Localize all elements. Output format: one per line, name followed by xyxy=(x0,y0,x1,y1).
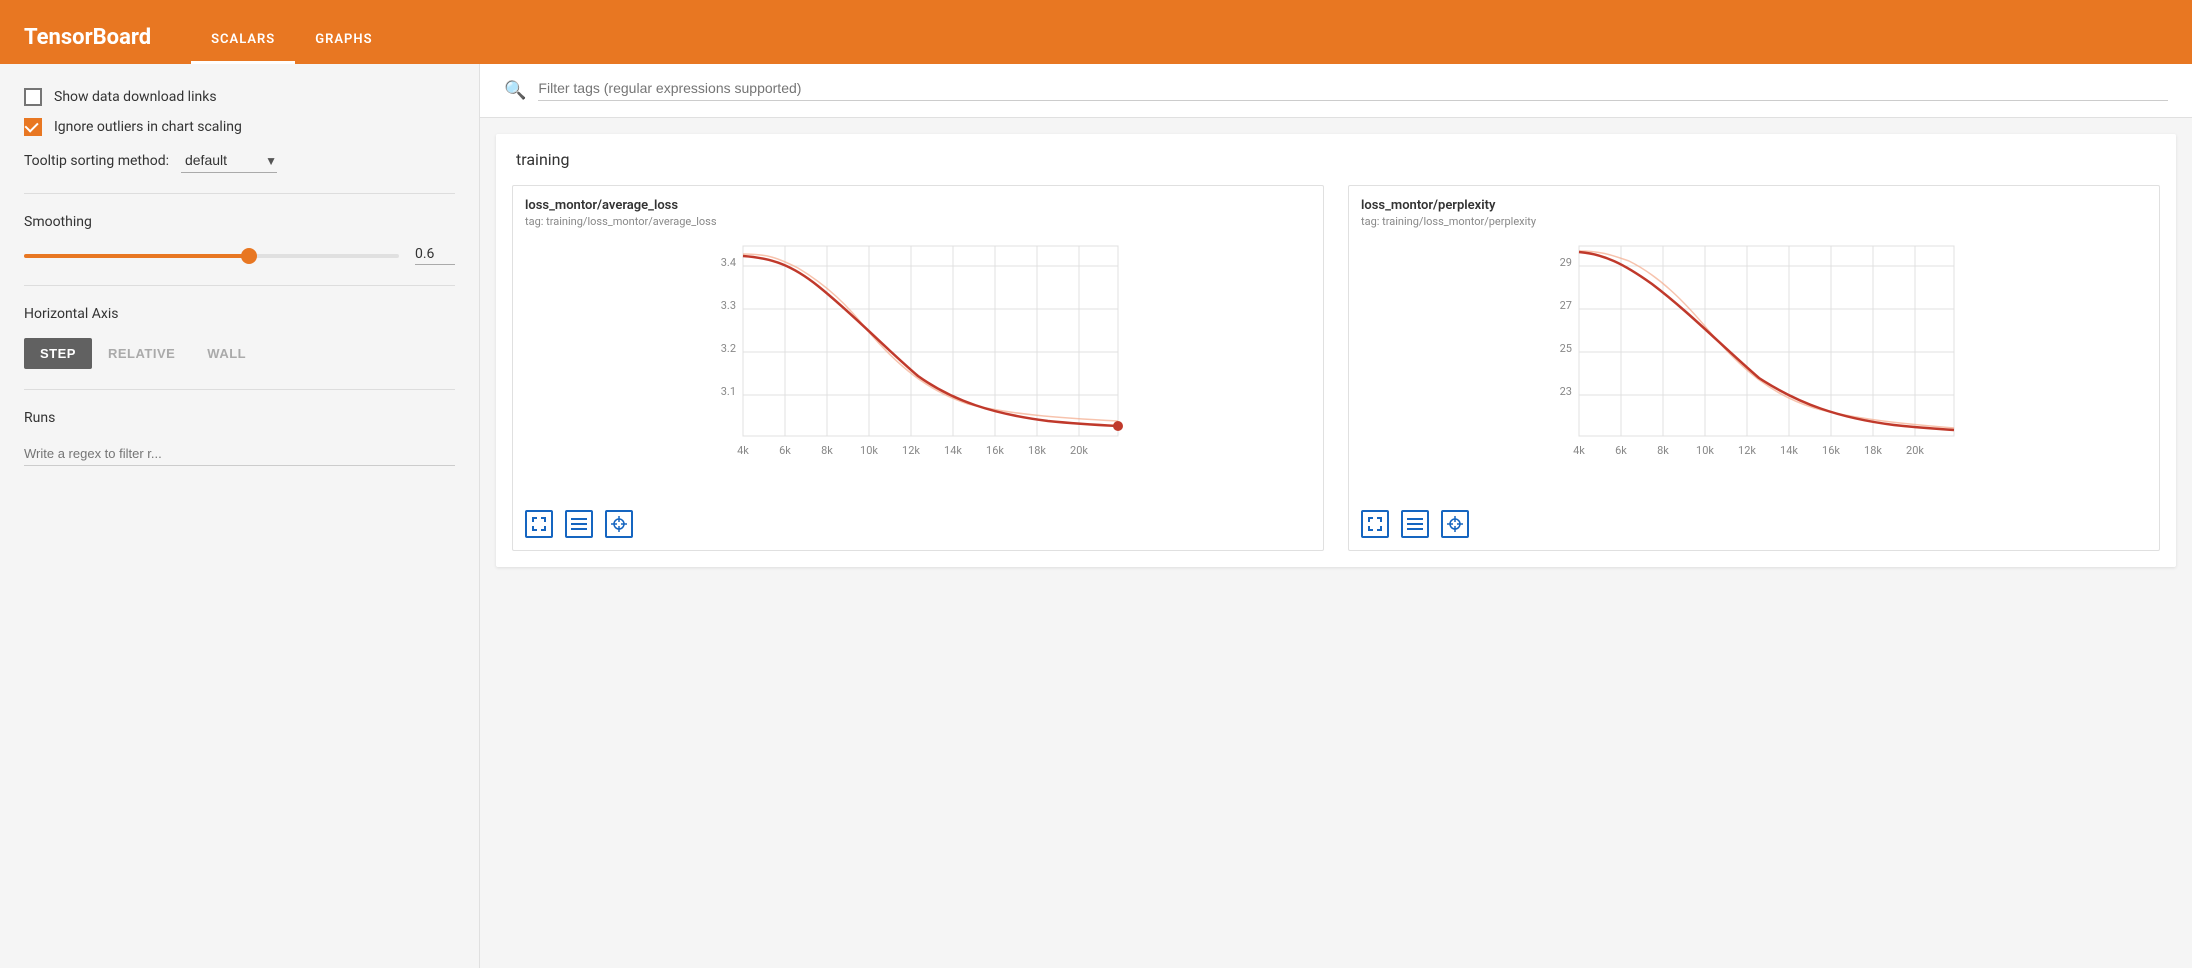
svg-text:4k: 4k xyxy=(737,444,749,457)
nav-tab-graphs[interactable]: GRAPHS xyxy=(295,18,392,64)
main-layout: Show data download links Ignore outliers… xyxy=(0,64,2192,968)
show-download-label: Show data download links xyxy=(54,89,217,105)
chart-actions-1 xyxy=(525,510,1311,538)
show-download-checkbox[interactable] xyxy=(24,88,42,106)
svg-text:16k: 16k xyxy=(986,444,1004,457)
sidebar: Show data download links Ignore outliers… xyxy=(0,64,480,968)
svg-text:3.1: 3.1 xyxy=(721,385,736,398)
menu-btn-2[interactable] xyxy=(1401,510,1429,538)
smoothing-track[interactable] xyxy=(24,254,399,258)
tooltip-select-wrapper: default ascending descending nearest ▼ xyxy=(181,148,277,173)
smoothing-slider-row: 0.6 xyxy=(24,246,455,265)
tooltip-sorting-select[interactable]: default ascending descending nearest xyxy=(181,148,277,173)
horizontal-axis-title: Horizontal Axis xyxy=(24,306,455,322)
svg-text:6k: 6k xyxy=(1615,444,1627,457)
divider-1 xyxy=(24,193,455,194)
chart-title-1: loss_montor/average_loss xyxy=(525,198,1311,213)
svg-text:12k: 12k xyxy=(902,444,920,457)
ignore-outliers-checkbox[interactable] xyxy=(24,118,42,136)
axis-btn-relative[interactable]: RELATIVE xyxy=(92,338,191,369)
chart-subtitle-1: tag: training/loss_montor/average_loss xyxy=(525,215,1311,228)
svg-text:29: 29 xyxy=(1560,256,1572,269)
svg-text:3.3: 3.3 xyxy=(721,299,736,312)
axis-btn-wall[interactable]: WALL xyxy=(191,338,262,369)
svg-text:12k: 12k xyxy=(1738,444,1756,457)
search-icon: 🔍 xyxy=(504,80,526,101)
show-download-row: Show data download links xyxy=(24,88,455,106)
ignore-outliers-label: Ignore outliers in chart scaling xyxy=(54,119,242,135)
divider-3 xyxy=(24,389,455,390)
chart-card-average-loss: loss_montor/average_loss tag: training/l… xyxy=(512,185,1324,551)
svg-text:6k: 6k xyxy=(779,444,791,457)
tag-filter-input[interactable] xyxy=(538,80,2168,101)
svg-text:10k: 10k xyxy=(860,444,878,457)
svg-text:14k: 14k xyxy=(944,444,962,457)
svg-text:20k: 20k xyxy=(1906,444,1924,457)
tooltip-sorting-row: Tooltip sorting method: default ascendin… xyxy=(24,148,455,173)
main-content: 🔍 training loss_montor/average_loss tag:… xyxy=(480,64,2192,968)
nav-tab-scalars[interactable]: SCALARS xyxy=(191,18,295,64)
tooltip-sorting-label: Tooltip sorting method: xyxy=(24,153,169,169)
chart-group-training: training loss_montor/average_loss tag: t… xyxy=(496,134,2176,567)
svg-text:10k: 10k xyxy=(1696,444,1714,457)
menu-btn-1[interactable] xyxy=(565,510,593,538)
divider-2 xyxy=(24,285,455,286)
smoothing-value: 0.6 xyxy=(415,246,455,265)
group-title: training xyxy=(512,150,2160,169)
svg-text:14k: 14k xyxy=(1780,444,1798,457)
chart-card-perplexity: loss_montor/perplexity tag: training/los… xyxy=(1348,185,2160,551)
crosshair-btn-1[interactable] xyxy=(605,510,633,538)
expand-btn-1[interactable] xyxy=(525,510,553,538)
smoothing-fill xyxy=(24,254,249,258)
svg-text:8k: 8k xyxy=(821,444,833,457)
svg-text:18k: 18k xyxy=(1864,444,1882,457)
svg-text:4k: 4k xyxy=(1573,444,1585,457)
charts-area: training loss_montor/average_loss tag: t… xyxy=(480,134,2192,607)
svg-text:27: 27 xyxy=(1560,299,1572,312)
header: TensorBoard SCALARS GRAPHS xyxy=(0,0,2192,64)
svg-text:16k: 16k xyxy=(1822,444,1840,457)
ignore-outliers-row: Ignore outliers in chart scaling xyxy=(24,118,455,136)
smoothing-thumb[interactable] xyxy=(241,248,257,264)
svg-text:20k: 20k xyxy=(1070,444,1088,457)
filter-bar: 🔍 xyxy=(480,64,2192,118)
app-title: TensorBoard xyxy=(24,25,151,64)
runs-title: Runs xyxy=(24,410,455,426)
charts-row: loss_montor/average_loss tag: training/l… xyxy=(512,185,2160,551)
svg-text:25: 25 xyxy=(1560,342,1572,355)
chart-actions-2 xyxy=(1361,510,2147,538)
runs-filter-input[interactable] xyxy=(24,442,455,466)
chart-svg-1: 3.4 3.3 3.2 3.1 xyxy=(525,236,1311,500)
svg-text:3.2: 3.2 xyxy=(721,342,736,355)
axis-btn-step[interactable]: STEP xyxy=(24,338,92,369)
crosshair-btn-2[interactable] xyxy=(1441,510,1469,538)
chart-svg-2: 29 27 25 23 xyxy=(1361,236,2147,500)
expand-btn-2[interactable] xyxy=(1361,510,1389,538)
axis-buttons: STEP RELATIVE WALL xyxy=(24,338,455,369)
svg-text:18k: 18k xyxy=(1028,444,1046,457)
svg-text:3.4: 3.4 xyxy=(721,256,736,269)
smoothing-title: Smoothing xyxy=(24,214,455,230)
svg-text:8k: 8k xyxy=(1657,444,1669,457)
svg-text:23: 23 xyxy=(1560,385,1572,398)
chart-title-2: loss_montor/perplexity xyxy=(1361,198,2147,213)
chart-subtitle-2: tag: training/loss_montor/perplexity xyxy=(1361,215,2147,228)
